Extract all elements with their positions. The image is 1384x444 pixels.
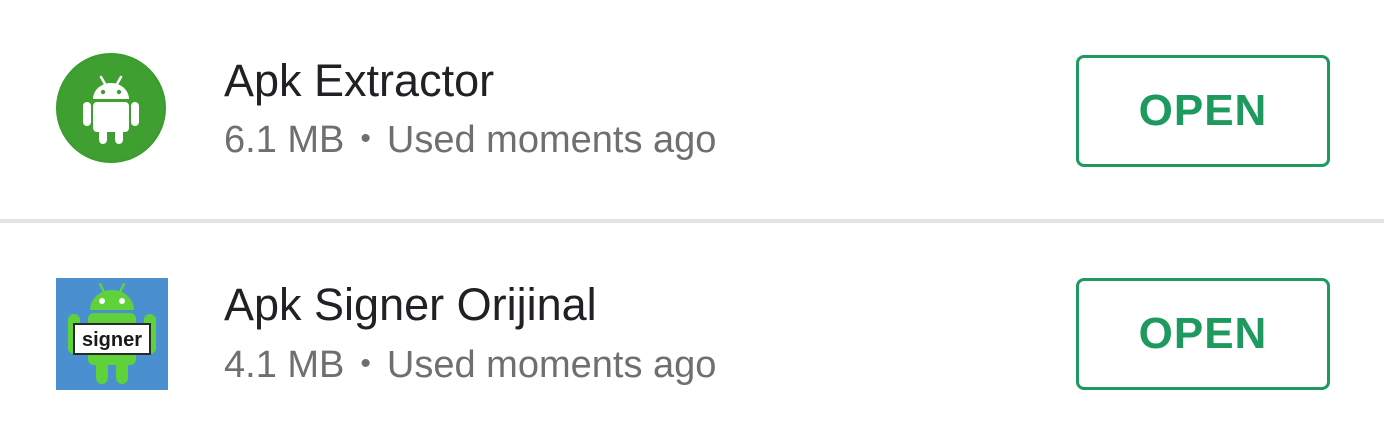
meta-separator: •: [360, 347, 371, 380]
app-list: Apk Extractor 6.1 MB • Used moments ago OP…: [0, 0, 1384, 444]
meta-separator: •: [360, 122, 371, 155]
app-size: 6.1 MB: [224, 119, 345, 161]
app-meta: 6.1 MB • Used moments ago: [224, 121, 716, 159]
app-last-used: Used moments ago: [386, 344, 717, 386]
app-meta: 4.1 MB • Used moments ago: [224, 346, 716, 384]
app-name: Apk Signer Orijinal: [224, 279, 597, 330]
android-robot-icon: [56, 53, 166, 163]
signer-label: signer: [82, 329, 142, 351]
app-name: Apk Extractor: [224, 55, 495, 106]
app-last-used: Used moments ago: [386, 119, 717, 161]
open-button[interactable]: OPEN: [1076, 55, 1330, 167]
app-list-item[interactable]: signer Apk Signer Orijinal 4.1 MB • Used m…: [0, 223, 1384, 444]
app-list-item[interactable]: Apk Extractor 6.1 MB • Used moments ago OP…: [0, 0, 1384, 221]
android-signer-icon: signer: [56, 278, 168, 390]
open-button[interactable]: OPEN: [1076, 278, 1330, 390]
app-size: 4.1 MB: [224, 344, 345, 386]
